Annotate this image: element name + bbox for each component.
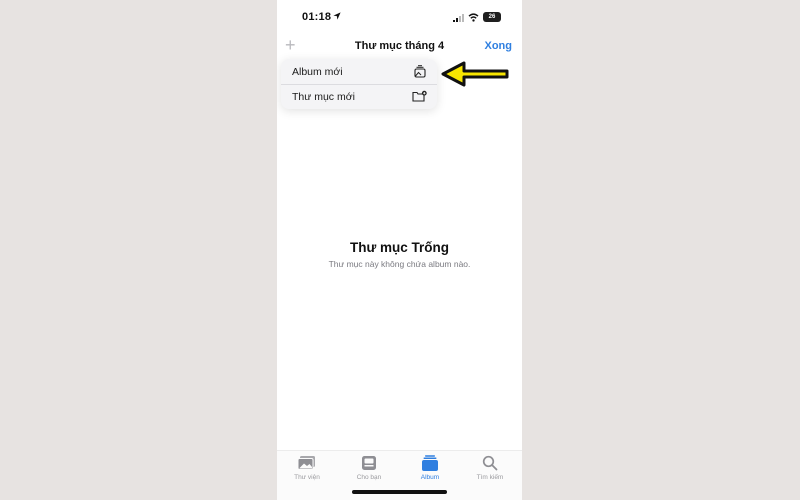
tab-library[interactable]: Thư viện [282, 455, 332, 481]
tab-label: Album [420, 474, 440, 481]
search-icon [482, 455, 498, 471]
for-you-icon [362, 456, 376, 470]
battery-indicator: 26 [483, 12, 501, 22]
yellow-arrow-annotation [441, 61, 509, 87]
photo-library-icon [297, 456, 315, 470]
tab-label: Cho bạn [356, 474, 382, 481]
empty-state-title: Thư mục Trống [349, 240, 450, 255]
home-indicator [352, 490, 447, 494]
album-stack-icon [414, 65, 426, 78]
tab-label: Tìm kiếm [476, 474, 504, 481]
tab-album[interactable]: Album [405, 455, 455, 481]
done-button[interactable]: Xong [485, 40, 513, 52]
wifi-icon [468, 13, 479, 22]
menu-item-label: Thư mục mới [292, 91, 355, 103]
tab-search[interactable]: Tìm kiếm [465, 455, 515, 481]
tab-label: Thư viện [294, 474, 320, 481]
tab-for-you[interactable]: Cho bạn [344, 455, 394, 481]
folder-badge-icon [412, 90, 427, 102]
add-menu: Album mới Thư mục mới [281, 59, 437, 109]
menu-item-new-album[interactable]: Album mới [281, 59, 437, 85]
cellular-signal-icon [453, 14, 464, 22]
menu-item-new-folder[interactable]: Thư mục mới [281, 84, 437, 109]
albums-icon [422, 455, 438, 471]
location-arrow-icon [333, 12, 341, 20]
empty-state-subtitle: Thư mục này không chứa album nào. [328, 259, 471, 269]
status-bar: 01:18 26 [277, 0, 522, 36]
status-time: 01:18 [302, 11, 332, 23]
menu-item-label: Album mới [292, 66, 343, 78]
navigation-bar: + Thư mục tháng 4 Xong [277, 35, 522, 58]
